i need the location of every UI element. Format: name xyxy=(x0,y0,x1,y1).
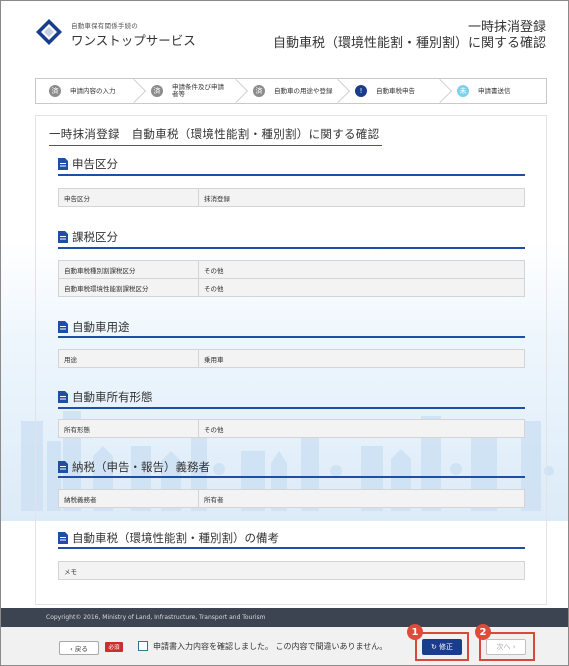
section-divider xyxy=(58,247,525,249)
section-title: 自動車税（環境性能割・種別割）の備考 xyxy=(72,531,279,545)
step-1-label: 申請内容の入力 xyxy=(70,86,116,95)
section-title: 納税（申告・報告）義務者 xyxy=(72,460,210,474)
required-badge: 必須 xyxy=(105,642,123,652)
row-key: 自動車税環境性能割課税区分 xyxy=(59,279,199,296)
row-value: その他 xyxy=(204,425,224,434)
section-divider xyxy=(58,547,525,549)
row-value: 抹消登録 xyxy=(204,194,230,203)
table-row: 納税義務者 所有者 xyxy=(58,489,525,508)
row-key: 自動車税種別割課税区分 xyxy=(59,261,199,278)
section-heading-notes: 自動車税（環境性能割・種別割）の備考 xyxy=(58,530,279,546)
table-row: 自動車税種別割課税区分 その他 xyxy=(58,260,525,279)
step-3: 済 自動車の用途や登録 xyxy=(240,78,351,104)
fix-button[interactable]: ↻ 修正 xyxy=(422,639,462,655)
step-2-label: 申請条件及び申請者等 xyxy=(172,83,224,98)
step-1-done-icon: 済 xyxy=(49,85,61,97)
page-title-line1: 一時抹消登録 xyxy=(467,20,546,35)
section-heading-ownership: 自動車所有形態 xyxy=(58,389,153,405)
section-divider xyxy=(58,407,525,409)
section-heading-taxpayer: 納税（申告・報告）義務者 xyxy=(58,459,210,475)
copyright-text: Copyright© 2016, Ministry of Land, Infra… xyxy=(46,614,266,621)
row-value: その他 xyxy=(204,266,224,275)
content-title: 一時抹消登録 自動車税（環境性能割・種別割）に関する確認 xyxy=(49,127,380,141)
annotation-badge-1: 1 xyxy=(407,624,423,640)
section-heading-tax-category: 課税区分 xyxy=(58,229,118,245)
table-row: メモ xyxy=(58,561,525,580)
confirm-checkbox[interactable] xyxy=(138,641,148,651)
logo-icon xyxy=(36,19,62,45)
step-2: 済 申請条件及び申請者等 xyxy=(138,78,249,104)
row-value: その他 xyxy=(204,284,224,293)
step-4-current-icon: ! xyxy=(355,85,367,97)
step-4-label: 自動車税申告 xyxy=(376,86,415,95)
step-2-done-icon: 済 xyxy=(151,85,163,97)
row-key: 用途 xyxy=(59,350,199,367)
section-divider xyxy=(58,476,525,478)
section-title: 申告区分 xyxy=(72,157,118,171)
document-icon xyxy=(58,532,68,544)
step-5: 未 申請書送信 xyxy=(444,79,546,103)
page-title-line2: 自動車税（環境性能割・種別割）に関する確認 xyxy=(272,36,546,51)
title-underline xyxy=(49,145,382,146)
row-value: 所有者 xyxy=(204,495,224,504)
document-icon xyxy=(58,321,68,333)
table-row: 所有形態 その他 xyxy=(58,419,525,438)
step-3-done-icon: 済 xyxy=(253,85,265,97)
app-window: 自動車保有関係手続の ワンストップサービス 一時抹消登録 自動車税（環境性能割・… xyxy=(0,0,569,666)
document-icon xyxy=(58,231,68,243)
step-1: 済 申請内容の入力 xyxy=(36,78,147,104)
section-title: 課税区分 xyxy=(72,230,118,244)
table-row: 自動車税環境性能割課税区分 その他 xyxy=(58,278,525,297)
row-key: 納税義務者 xyxy=(59,490,199,507)
brand-subtitle: 自動車保有関係手続の xyxy=(71,22,138,30)
next-button[interactable]: 次へ › xyxy=(486,639,526,655)
table-row: 用途 乗用車 xyxy=(58,349,525,368)
step-5-pending-icon: 未 xyxy=(457,85,469,97)
section-title: 自動車用途 xyxy=(72,320,130,334)
document-icon xyxy=(58,158,68,170)
page-title: 一時抹消登録 自動車税（環境性能割・種別割）に関する確認 xyxy=(273,20,546,52)
step-3-label: 自動車の用途や登録 xyxy=(274,86,333,95)
header: 自動車保有関係手続の ワンストップサービス 一時抹消登録 自動車税（環境性能割・… xyxy=(1,1,568,63)
row-key: 申告区分 xyxy=(59,189,199,206)
table-row: 申告区分 抹消登録 xyxy=(58,188,525,207)
annotation-badge-2: 2 xyxy=(475,624,491,640)
back-button[interactable]: ‹ 戻る xyxy=(59,641,99,655)
section-title: 自動車所有形態 xyxy=(72,390,153,404)
document-icon xyxy=(58,461,68,473)
confirm-label[interactable]: 申請書入力内容を確認しました。 この内容で間違いありません。 xyxy=(153,641,387,652)
row-key: 所有形態 xyxy=(59,420,199,437)
memo-label: メモ xyxy=(64,567,77,576)
section-heading-declaration: 申告区分 xyxy=(58,156,118,172)
section-divider xyxy=(58,336,525,338)
step-5-label: 申請書送信 xyxy=(478,86,511,95)
brand-title: ワンストップサービス xyxy=(71,33,196,48)
section-heading-vehicle-use: 自動車用途 xyxy=(58,319,130,335)
section-divider xyxy=(58,174,525,176)
row-value: 乗用車 xyxy=(204,355,224,364)
step-4: ! 自動車税申告 xyxy=(342,78,453,104)
progress-steps: 済 申請内容の入力 済 申請条件及び申請者等 済 自動車の用途や登録 ! 自動車… xyxy=(35,78,547,104)
document-icon xyxy=(58,391,68,403)
